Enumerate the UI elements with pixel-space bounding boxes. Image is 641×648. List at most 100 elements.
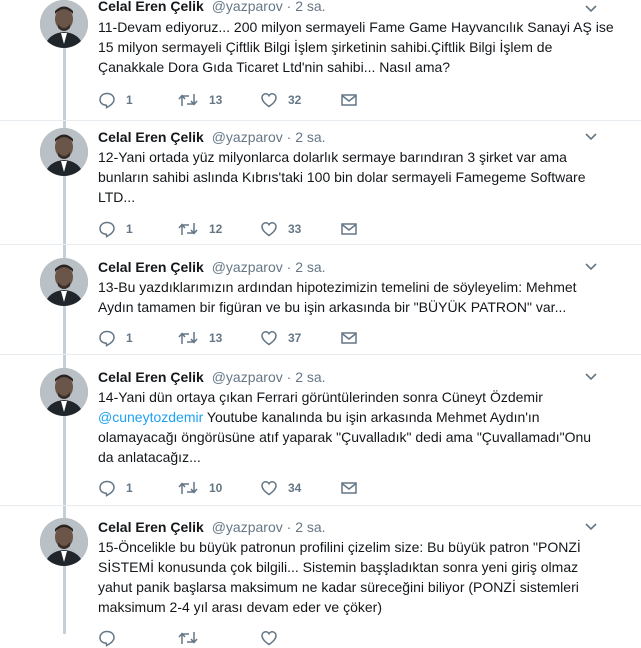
like-button[interactable]: 37 [260,328,301,348]
tweet-text: 13-Bu yazdıklarımızın ardından hipotezim… [98,279,577,315]
tweet-header: Celal Eren Çelik @yazparov · 2 sa. [98,128,326,146]
author-name[interactable]: Celal Eren Çelik [98,259,204,275]
heart-icon [261,481,277,496]
author-handle[interactable]: @yazparov [212,259,283,275]
avatar[interactable] [40,518,88,566]
retweet-icon [178,223,198,235]
tweet-text: 12-Yani ortada yüz milyonlarca dolarlık … [98,149,586,205]
dm-button[interactable] [340,478,358,498]
retweet-button[interactable]: 10 [177,478,222,498]
tweet-actions [98,628,398,648]
tweet[interactable]: Celal Eren Çelik @yazparov · 2 sa. 13-Bu… [0,258,641,355]
reply-icon [99,630,115,647]
reply-button[interactable]: 1 [98,90,133,110]
reply-icon [99,330,115,347]
tweet-text: 11-Devam ediyoruz... 200 milyon sermayel… [98,19,614,75]
reply-button[interactable] [98,628,116,648]
tweet-header: Celal Eren Çelik @yazparov · 2 sa. [98,258,326,276]
chevron-down-icon[interactable] [584,2,598,14]
like-count: 33 [288,222,302,236]
tweet-header: Celal Eren Çelik @yazparov · 2 sa. [98,368,326,386]
author-handle[interactable]: @yazparov [212,129,283,145]
tweet-header: Celal Eren Çelik @yazparov · 2 sa. [98,518,326,536]
avatar[interactable] [40,368,88,416]
reply-icon [99,92,115,109]
avatar[interactable] [40,0,88,48]
chevron-down-icon[interactable] [584,130,598,142]
dm-button[interactable] [340,328,358,348]
tweet[interactable]: Celal Eren Çelik @yazparov · 2 sa. 15-Ön… [0,518,641,647]
retweet-button[interactable]: 13 [177,90,222,110]
retweet-count: 10 [209,481,223,495]
tweet-actions: 1 10 34 [98,478,398,498]
tweet-header: Celal Eren Çelik @yazparov · 2 sa. [98,0,326,15]
retweet-button[interactable]: 13 [177,328,222,348]
retweet-icon [178,94,198,106]
separator-dot: · [286,519,292,535]
heart-icon [261,222,277,237]
timestamp[interactable]: 2 sa. [295,0,325,14]
reply-icon [99,480,115,497]
author-name[interactable]: Celal Eren Çelik [98,369,204,385]
retweet-icon [178,632,198,644]
separator-dot: · [286,259,292,275]
reply-button[interactable]: 1 [98,328,133,348]
retweet-button[interactable] [177,628,199,648]
tweet[interactable]: Celal Eren Çelik @yazparov · 2 sa. 12-Ya… [0,128,641,245]
timestamp[interactable]: 2 sa. [295,369,325,385]
avatar[interactable] [40,258,88,306]
envelope-icon [341,482,357,494]
tweet-actions: 1 12 33 [98,219,398,239]
dm-button[interactable] [340,90,358,110]
heart-icon [261,331,277,346]
reply-icon [99,221,115,238]
reply-button[interactable]: 1 [98,219,133,239]
like-button[interactable]: 32 [260,90,301,110]
tweet[interactable]: Celal Eren Çelik @yazparov · 2 sa. 11-De… [0,0,641,121]
author-handle[interactable]: @yazparov [212,369,283,385]
chevron-down-icon[interactable] [584,370,598,382]
retweet-count: 12 [209,222,223,236]
like-button[interactable]: 33 [260,219,301,239]
separator-dot: · [286,0,292,14]
chevron-down-icon[interactable] [584,520,598,532]
author-name[interactable]: Celal Eren Çelik [98,519,204,535]
chevron-down-icon[interactable] [584,260,598,272]
tweet-text: 14-Yani dün ortaya çıkan Ferrari görüntü… [98,387,618,467]
timestamp[interactable]: 2 sa. [295,259,325,275]
heart-icon [261,93,277,108]
tweet-text-part: 14-Yani dün ortaya çıkan Ferrari görüntü… [98,389,543,405]
envelope-icon [341,94,357,106]
retweet-count: 13 [209,331,223,345]
separator-dot: · [286,129,292,145]
tweet[interactable]: Celal Eren Çelik @yazparov · 2 sa. 14-Ya… [0,368,641,506]
reply-count: 1 [126,481,133,495]
author-handle[interactable]: @yazparov [212,519,283,535]
retweet-icon [178,482,198,494]
retweet-count: 13 [209,93,223,107]
avatar[interactable] [40,128,88,176]
reply-count: 1 [126,331,133,345]
tweet-actions: 1 13 37 [98,328,398,348]
like-button[interactable]: 34 [260,478,301,498]
heart-icon [261,631,277,646]
retweet-icon [178,332,198,344]
retweet-button[interactable]: 12 [177,219,222,239]
like-count: 32 [288,93,302,107]
like-button[interactable] [260,628,278,648]
dm-button[interactable] [340,219,358,239]
tweet-text: 15-Öncelikle bu büyük patronun profilini… [98,539,581,615]
reply-button[interactable]: 1 [98,478,133,498]
author-name[interactable]: Celal Eren Çelik [98,129,204,145]
author-name[interactable]: Celal Eren Çelik [98,0,204,14]
envelope-icon [341,223,357,235]
like-count: 37 [288,331,302,345]
timestamp[interactable]: 2 sa. [295,129,325,145]
author-handle[interactable]: @yazparov [212,0,283,14]
reply-count: 1 [126,93,133,107]
mention-link[interactable]: @cuneytozdemir [98,409,203,425]
timestamp[interactable]: 2 sa. [295,519,325,535]
reply-count: 1 [126,222,133,236]
like-count: 34 [288,481,302,495]
separator-dot: · [286,369,292,385]
